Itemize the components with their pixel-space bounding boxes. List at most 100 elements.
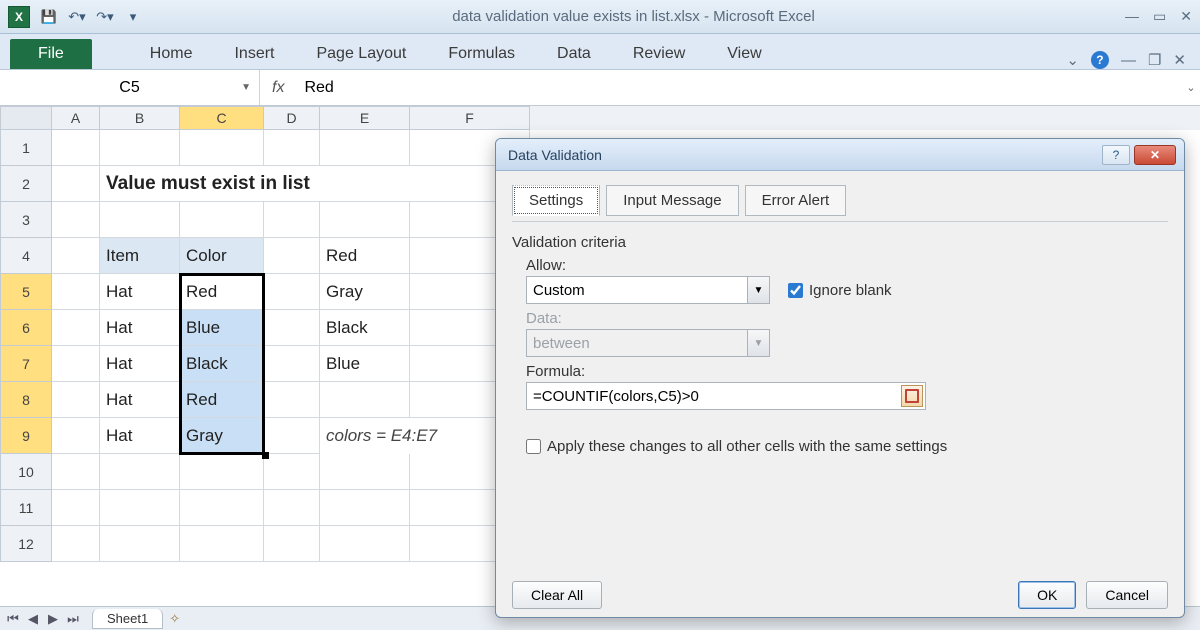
apply-all-checkbox[interactable]: Apply these changes to all other cells w…	[526, 438, 1168, 455]
redo-icon[interactable]: ↷▾	[96, 8, 114, 26]
row-header[interactable]: 3	[0, 202, 52, 238]
list-item: Gray	[320, 274, 410, 310]
table-cell: Hat	[100, 274, 180, 310]
list-item: Red	[320, 238, 410, 274]
sheet-nav-next-icon[interactable]: ▶	[44, 611, 62, 627]
list-item: Black	[320, 310, 410, 346]
title-bar: X 💾 ↶▾ ↷▾ ▾ data validation value exists…	[0, 0, 1200, 34]
row-header[interactable]: 4	[0, 238, 52, 274]
row-header[interactable]: 7	[0, 346, 52, 382]
validation-criteria-label: Validation criteria	[512, 234, 1168, 251]
sheet-nav-first-icon[interactable]: ⏮	[4, 611, 22, 627]
table-cell: Hat	[100, 382, 180, 418]
col-header-d[interactable]: D	[264, 106, 320, 130]
checkbox-input[interactable]	[526, 439, 541, 454]
row-header[interactable]: 6	[0, 310, 52, 346]
sheet-tab[interactable]: Sheet1	[92, 609, 163, 629]
row-header[interactable]: 2	[0, 166, 52, 202]
row-header[interactable]: 11	[0, 490, 52, 526]
new-sheet-icon[interactable]: ✧	[169, 611, 180, 627]
table-header: Item	[100, 238, 180, 274]
cancel-button[interactable]: Cancel	[1086, 581, 1168, 609]
range-selector-icon[interactable]	[901, 385, 923, 407]
col-header-e[interactable]: E	[320, 106, 410, 130]
table-cell: Gray	[180, 418, 264, 454]
dialog-help-icon[interactable]: ?	[1102, 145, 1130, 165]
ok-button[interactable]: OK	[1018, 581, 1076, 609]
window-restore-icon[interactable]: ❐	[1148, 51, 1161, 69]
dialog-tab-input-message[interactable]: Input Message	[606, 185, 738, 216]
excel-logo-icon: X	[8, 6, 30, 28]
dialog-tab-error-alert[interactable]: Error Alert	[745, 185, 847, 216]
tab-insert[interactable]: Insert	[230, 39, 278, 69]
data-validation-dialog: Data Validation ? ✕ Settings Input Messa…	[495, 138, 1185, 618]
file-tab[interactable]: File	[10, 39, 92, 69]
table-cell: Hat	[100, 418, 180, 454]
dialog-titlebar: Data Validation ? ✕	[496, 139, 1184, 171]
table-cell: Red	[180, 382, 264, 418]
row-headers: 1 2 3 4 5 6 7 8 9 10 11 12	[0, 130, 52, 562]
col-header-f[interactable]: F	[410, 106, 530, 130]
chevron-down-icon[interactable]: ▼	[747, 277, 769, 303]
dialog-close-icon[interactable]: ✕	[1134, 145, 1176, 165]
document-title: data validation value exists in list.xls…	[142, 8, 1125, 25]
table-cell: Hat	[100, 310, 180, 346]
window-minimize-icon[interactable]: ―	[1121, 52, 1136, 69]
tab-view[interactable]: View	[723, 39, 765, 69]
ignore-blank-checkbox[interactable]: Ignore blank	[788, 282, 892, 299]
help-icon[interactable]: ?	[1091, 51, 1109, 69]
formula-label: Formula:	[526, 363, 1168, 380]
row-header[interactable]: 12	[0, 526, 52, 562]
sheet-heading: Value must exist in list	[100, 166, 500, 202]
sheet-nav-last-icon[interactable]: ⏭	[64, 611, 82, 627]
tab-data[interactable]: Data	[553, 39, 595, 69]
maximize-icon[interactable]: ▭	[1153, 8, 1166, 25]
formula-value[interactable]: Red	[296, 79, 1186, 97]
row-header[interactable]: 9	[0, 418, 52, 454]
column-headers: A B C D E F	[0, 106, 1200, 130]
select-all-corner[interactable]	[0, 106, 52, 130]
row-header[interactable]: 1	[0, 130, 52, 166]
tab-formulas[interactable]: Formulas	[444, 39, 519, 69]
col-header-c[interactable]: C	[180, 106, 264, 130]
allow-dropdown[interactable]: Custom ▼	[526, 276, 770, 304]
checkbox-input[interactable]	[788, 283, 803, 298]
quick-access-toolbar: 💾 ↶▾ ↷▾ ▾	[40, 8, 142, 26]
allow-label: Allow:	[526, 257, 1168, 274]
row-header[interactable]: 10	[0, 454, 52, 490]
data-label: Data:	[526, 310, 1168, 327]
row-header[interactable]: 8	[0, 382, 52, 418]
window-close-icon[interactable]: ✕	[1173, 51, 1186, 69]
formula-input[interactable]: =COUNTIF(colors,C5)>0	[526, 382, 926, 410]
table-cell: Blue	[180, 310, 264, 346]
formula-expand-icon[interactable]: ⌄	[1186, 81, 1200, 94]
chevron-down-icon: ▼	[747, 330, 769, 356]
table-cell: Red	[180, 274, 264, 310]
minimize-icon[interactable]: ―	[1125, 8, 1139, 25]
list-item: Blue	[320, 346, 410, 382]
dialog-tabs: Settings Input Message Error Alert	[512, 185, 1168, 216]
tab-page-layout[interactable]: Page Layout	[312, 39, 410, 69]
dialog-tab-settings[interactable]: Settings	[512, 185, 600, 216]
table-cell: Hat	[100, 346, 180, 382]
tab-home[interactable]: Home	[146, 39, 197, 69]
sheet-nav-prev-icon[interactable]: ◀	[24, 611, 42, 627]
ribbon-tabs: File Home Insert Page Layout Formulas Da…	[0, 34, 1200, 70]
tab-review[interactable]: Review	[629, 39, 689, 69]
row-header[interactable]: 5	[0, 274, 52, 310]
formula-bar: C5 fx Red ⌄	[0, 70, 1200, 106]
table-cell: Black	[180, 346, 264, 382]
close-icon[interactable]: ✕	[1180, 8, 1192, 25]
dialog-title: Data Validation	[504, 147, 1102, 163]
name-box[interactable]: C5	[0, 70, 260, 105]
data-dropdown: between ▼	[526, 329, 770, 357]
table-header: Color	[180, 238, 264, 274]
col-header-a[interactable]: A	[52, 106, 100, 130]
clear-all-button[interactable]: Clear All	[512, 581, 602, 609]
undo-icon[interactable]: ↶▾	[68, 8, 86, 26]
save-icon[interactable]: 💾	[40, 8, 58, 26]
col-header-b[interactable]: B	[100, 106, 180, 130]
fx-label[interactable]: fx	[260, 79, 296, 97]
ribbon-minimize-icon[interactable]: ⌄	[1066, 51, 1079, 69]
qat-customize-icon[interactable]: ▾	[124, 8, 142, 26]
